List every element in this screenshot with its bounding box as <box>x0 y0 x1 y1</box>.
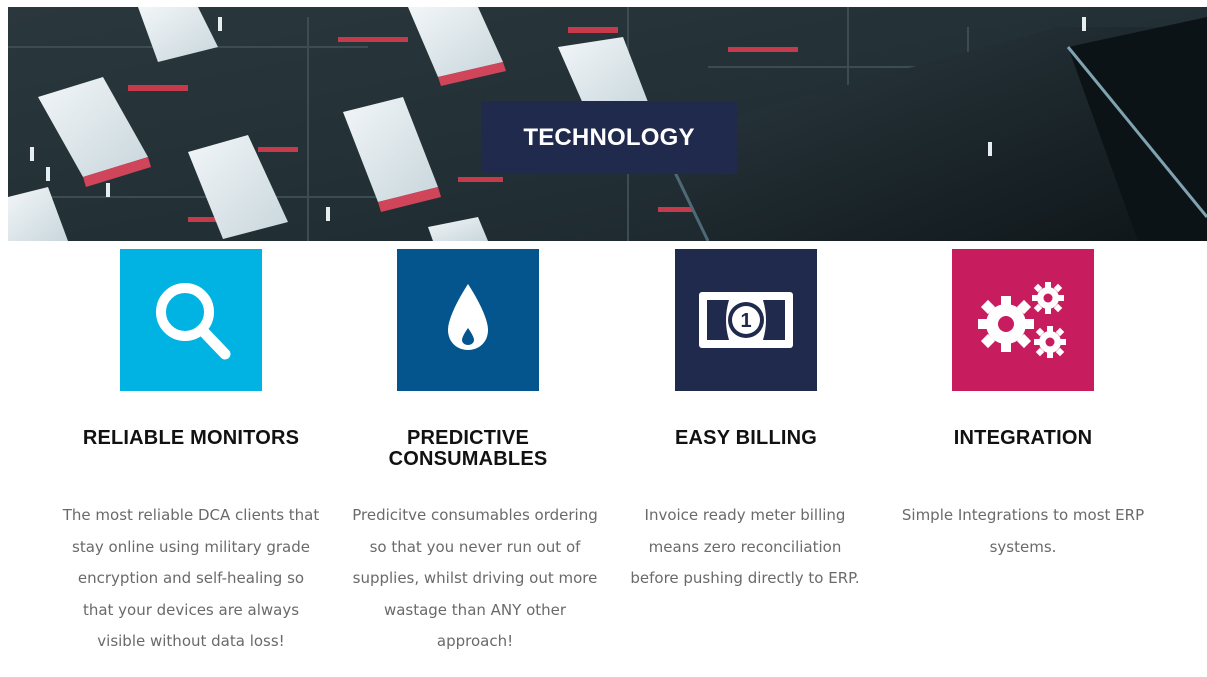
gears-icon <box>978 282 1066 358</box>
hero-banner: TECHNOLOGY <box>8 7 1207 241</box>
feature-title-integration: INTEGRATION <box>953 427 1093 449</box>
banknote-icon: 1 <box>699 292 793 348</box>
feature-description-easy-billing: Invoice ready meter billing means zero r… <box>630 506 860 587</box>
feature-description-predictive-consumables: Predicitve consumables ordering so that … <box>352 506 598 650</box>
feature-description-integration: Simple Integrations to most ERP systems. <box>901 506 1145 556</box>
page-title: TECHNOLOGY <box>523 123 695 151</box>
feature-title-easy-billing: EASY BILLING <box>674 427 818 449</box>
technology-section: TECHNOLOGY RELIABLE MONITORS The most re… <box>0 0 1207 677</box>
easy-billing-icon-tile: 1 <box>675 249 817 391</box>
banknote-label: 1 <box>740 310 751 332</box>
feature-title-predictive-consumables: PREDICTIVE CONSUMABLES <box>388 427 548 470</box>
integration-icon-tile <box>952 249 1094 391</box>
reliable-monitors-icon-tile <box>120 249 262 391</box>
search-icon <box>156 283 231 360</box>
ink-drop-icon <box>448 284 488 350</box>
feature-description-reliable-monitors: The most reliable DCA clients that stay … <box>62 506 320 650</box>
feature-title-reliable-monitors: RELIABLE MONITORS <box>82 427 300 449</box>
predictive-consumables-icon-tile <box>397 249 539 391</box>
hero-title-box: TECHNOLOGY <box>481 101 737 174</box>
